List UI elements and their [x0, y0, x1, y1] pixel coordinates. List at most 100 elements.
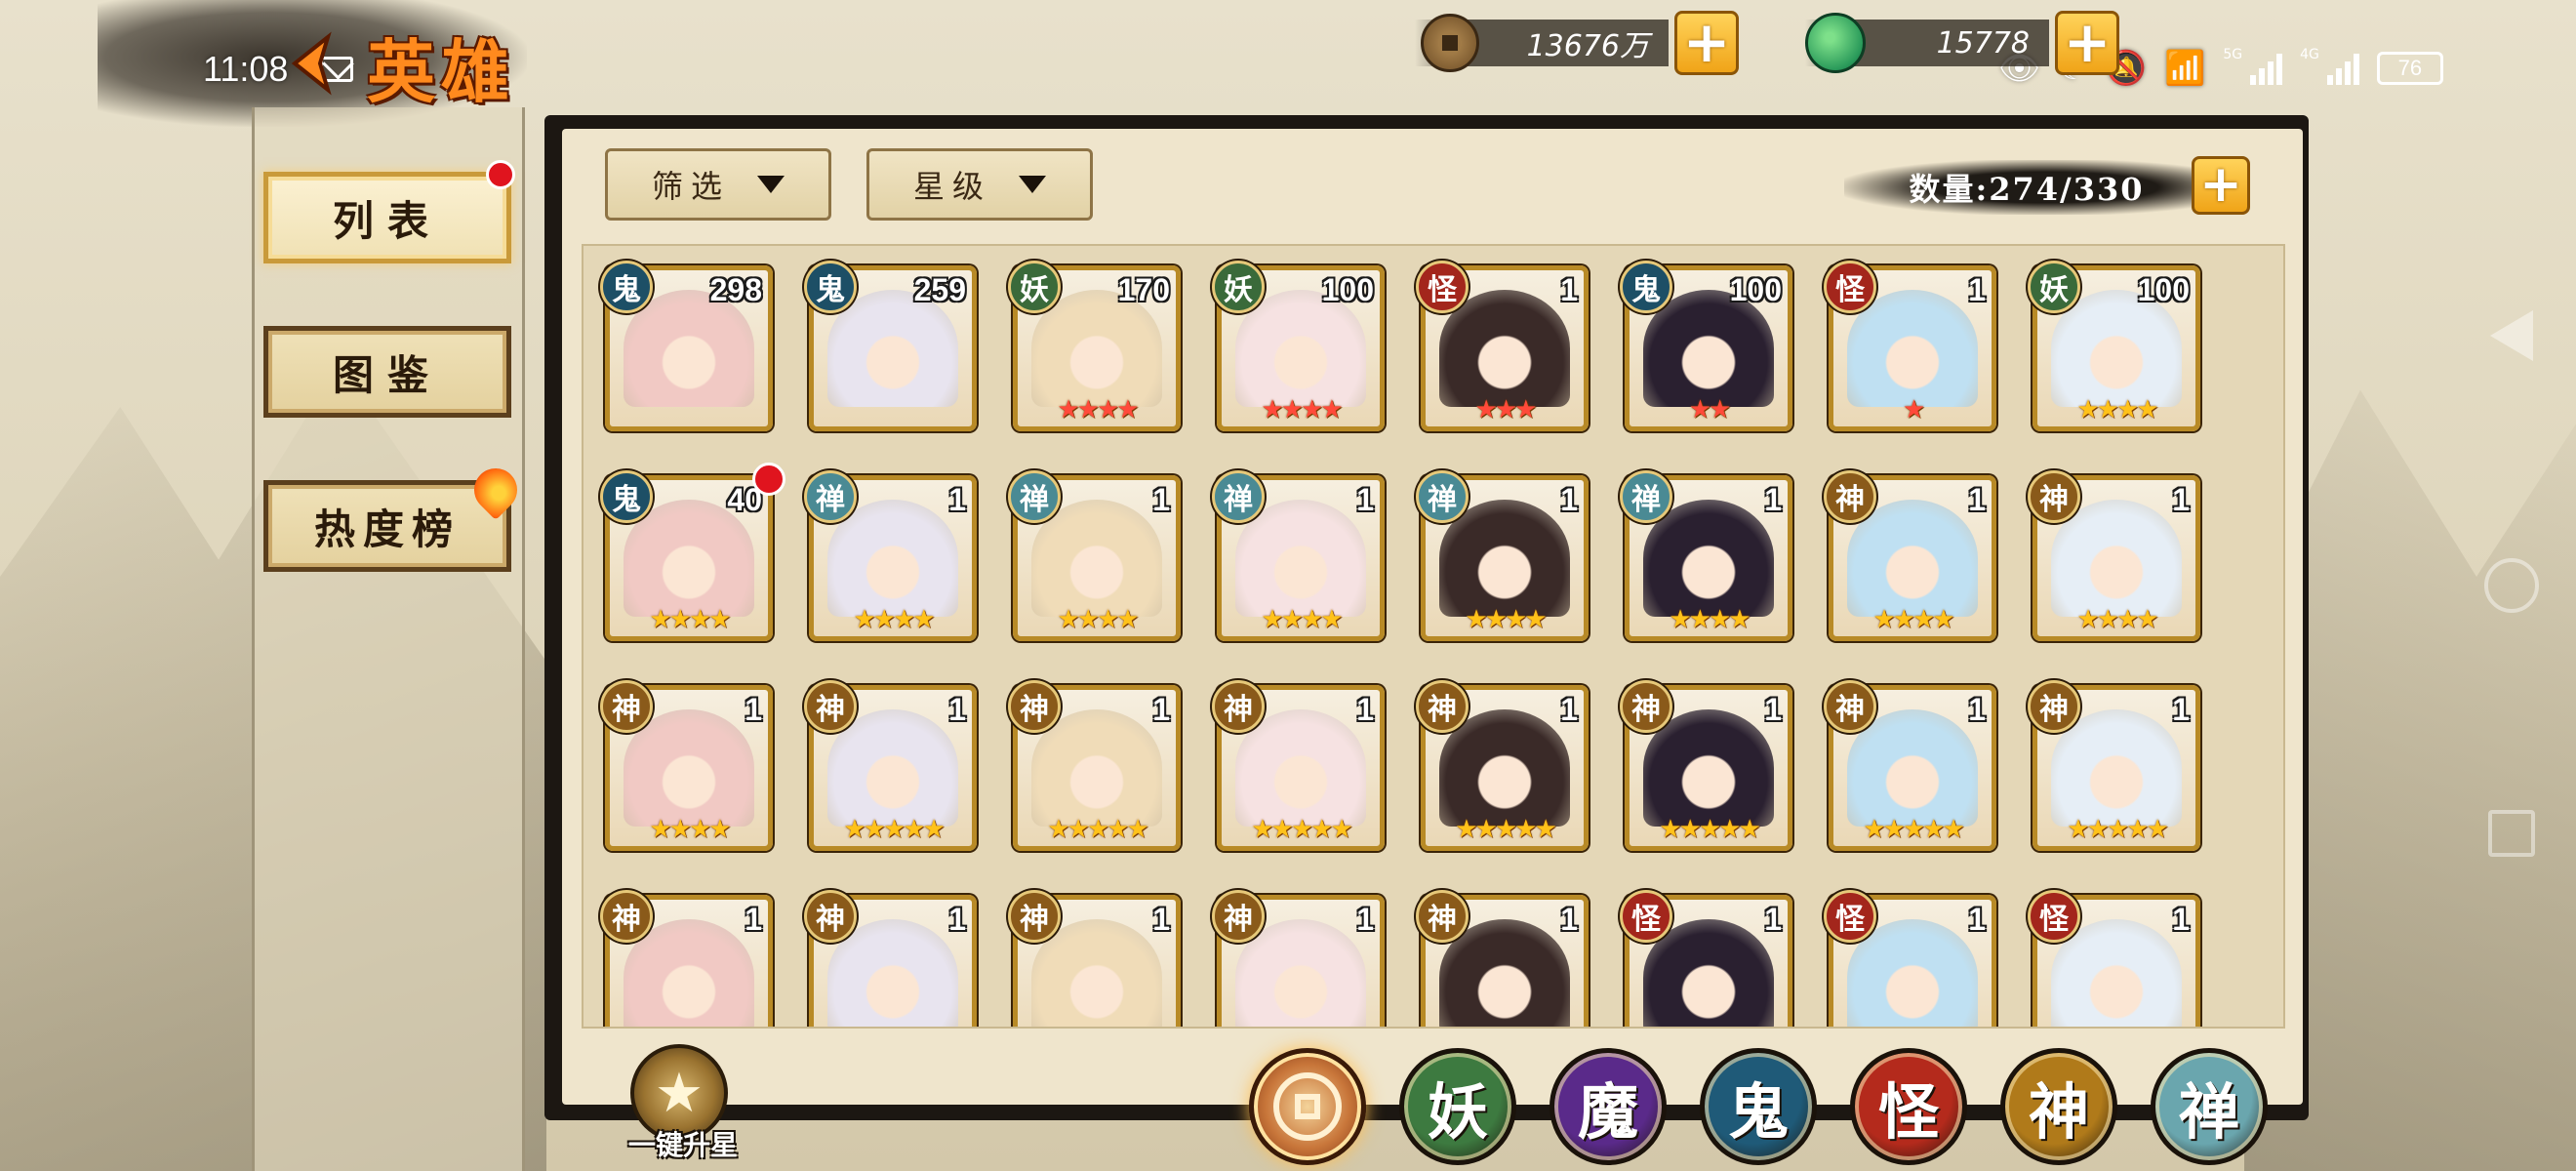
hero-card[interactable]: 妖 100 ★★★★ — [1212, 261, 1385, 431]
hero-type-badge: 怪 — [1824, 261, 1876, 313]
hero-card[interactable]: 鬼 259 — [804, 261, 977, 431]
hero-portrait — [827, 709, 958, 827]
add-jade-button[interactable]: + — [2055, 11, 2119, 75]
hero-stars: ★★★★★ — [2067, 815, 2169, 844]
hero-level: 1 — [1764, 482, 1782, 517]
hero-grid: 鬼 298 鬼 259 妖 170 ★★★★ 妖 100 ★★★★ 怪 1 ★★★ 鬼 100 ★★ 怪 1 ★ 妖 1… — [600, 261, 2200, 1027]
back-arrow-icon[interactable] — [279, 29, 347, 98]
hero-card[interactable]: 神 1 ★★★★★ — [2028, 680, 2200, 851]
hero-card[interactable]: 神1 — [1416, 890, 1589, 1027]
hero-card[interactable]: 禅 1 ★★★★ — [1212, 470, 1385, 641]
hero-card[interactable]: 禅 1 ★★★★ — [1008, 470, 1181, 641]
hero-level: 1 — [1764, 902, 1782, 937]
hero-stars: ★★★★★ — [1047, 815, 1149, 844]
hero-card[interactable]: 妖 100 ★★★★ — [2028, 261, 2200, 431]
hero-portrait — [1031, 500, 1162, 617]
hero-level: 1 — [1560, 692, 1578, 727]
hero-stars: ★★★★ — [1261, 605, 1343, 634]
hero-card[interactable]: 鬼 100 ★★ — [1620, 261, 1792, 431]
all-types-icon — [1273, 1072, 1342, 1141]
hero-card[interactable]: 怪1 — [1620, 890, 1792, 1027]
hero-stars: ★★★★ — [1465, 605, 1547, 634]
hero-card[interactable]: 神 1 ★★★★★ — [1416, 680, 1589, 851]
hero-card[interactable]: 神 1 ★★★★★ — [1824, 680, 1996, 851]
type-tab-yao[interactable]: 妖 — [1399, 1048, 1516, 1165]
menu-list-button[interactable]: 列表 — [263, 172, 511, 263]
type-tab-all[interactable] — [1249, 1048, 1366, 1165]
hero-type-badge: 神 — [1008, 890, 1061, 943]
hero-grid-area[interactable]: 鬼 298 鬼 259 妖 170 ★★★★ 妖 100 ★★★★ 怪 1 ★★★ 鬼 100 ★★ 怪 1 ★ 妖 1… — [582, 244, 2285, 1029]
filter-label: 筛选 — [651, 168, 730, 205]
auto-upstar-label: 一键升星 — [627, 1129, 738, 1161]
hero-card[interactable]: 鬼 298 — [600, 261, 773, 431]
chevron-down-icon — [1019, 176, 1046, 193]
hero-portrait — [1235, 500, 1366, 617]
hero-stars: ★★★★ — [853, 605, 935, 634]
currency-jade: 15778 + — [1805, 11, 2119, 75]
chevron-down-icon — [757, 176, 785, 193]
hero-stars: ★★ — [1688, 395, 1732, 424]
hero-card[interactable]: 怪1 — [1824, 890, 1996, 1027]
hero-card[interactable]: 神 1 ★★★★★ — [1212, 680, 1385, 851]
star-dropdown[interactable]: 星级 — [866, 148, 1093, 221]
add-coins-button[interactable]: + — [1674, 11, 1739, 75]
filter-dropdown[interactable]: 筛选 — [605, 148, 831, 221]
hero-type-badge: 神 — [1212, 680, 1265, 733]
star-filter-label: 星级 — [912, 168, 991, 205]
hero-portrait — [1847, 709, 1978, 827]
hero-level: 1 — [1560, 902, 1578, 937]
hero-level: 1 — [1968, 272, 1986, 307]
hero-type-badge: 怪 — [1620, 890, 1672, 943]
hero-stars: ★★★★★ — [1863, 815, 1965, 844]
type-tab-gui[interactable]: 鬼 — [1700, 1048, 1817, 1165]
type-tab-chan[interactable]: 禅 — [2151, 1048, 2268, 1165]
hero-stars: ★★★★ — [1057, 395, 1139, 424]
hero-stars: ★★★★ — [1057, 605, 1139, 634]
coins-value: 13676万 — [1526, 29, 1649, 63]
add-capacity-button[interactable]: + — [2192, 156, 2250, 215]
hero-card[interactable]: 怪1 — [2028, 890, 2200, 1027]
type-tab-mo[interactable]: 魔 — [1550, 1048, 1667, 1165]
menu-codex-button[interactable]: 图鉴 — [263, 326, 511, 418]
hero-level: 1 — [1356, 482, 1374, 517]
hero-card[interactable]: 妖 170 ★★★★ — [1008, 261, 1181, 431]
nav-back-icon[interactable] — [2490, 310, 2533, 361]
hero-card[interactable]: 鬼 40 ★★★★ — [600, 463, 785, 641]
hero-level: 100 — [1729, 272, 1782, 307]
hero-card[interactable]: 禅 1 ★★★★ — [804, 470, 977, 641]
hero-card[interactable]: 神 1 ★★★★★ — [804, 680, 977, 851]
type-tab-guai[interactable]: 怪 — [1850, 1048, 1967, 1165]
hero-stars: ★ — [1902, 395, 1925, 424]
hero-type-badge: 神 — [1212, 890, 1265, 943]
hero-type-badge: 妖 — [2028, 261, 2080, 313]
hero-type-badge: 鬼 — [600, 470, 653, 523]
hero-card[interactable]: 禅 1 ★★★★ — [1620, 470, 1792, 641]
hero-card[interactable]: 神1 — [804, 890, 977, 1027]
hero-level: 1 — [1968, 902, 1986, 937]
hero-card[interactable]: 神 1 ★★★★ — [1824, 470, 1996, 641]
hero-portrait — [1439, 290, 1570, 407]
hero-card[interactable]: 神1 — [1008, 890, 1181, 1027]
hero-card[interactable]: 神 1 ★★★★★ — [1008, 680, 1181, 851]
hero-card[interactable]: 神 1 ★★★★★ — [1620, 680, 1792, 851]
hero-card[interactable]: 神 1 ★★★★ — [600, 680, 773, 851]
nav-home-icon[interactable] — [2484, 558, 2539, 613]
hero-card[interactable]: 神 1 ★★★★ — [2028, 470, 2200, 641]
nav-recent-apps-icon[interactable] — [2488, 810, 2535, 857]
hero-level: 1 — [745, 692, 762, 727]
hero-type-badge: 鬼 — [600, 261, 653, 313]
status-time: 11:08 — [203, 49, 289, 89]
hero-level: 1 — [2172, 692, 2190, 727]
hero-card[interactable]: 神1 — [600, 890, 773, 1027]
battery-icon: 76 — [2376, 52, 2443, 85]
hero-card[interactable]: 怪 1 ★ — [1824, 261, 1996, 431]
type-tab-shen[interactable]: 神 — [2000, 1048, 2117, 1165]
hero-type-badge: 鬼 — [804, 261, 857, 313]
hero-card[interactable]: 怪 1 ★★★ — [1416, 261, 1589, 431]
notification-dot — [752, 463, 785, 496]
hero-card[interactable]: 禅 1 ★★★★ — [1416, 470, 1589, 641]
hero-type-badge: 怪 — [2028, 890, 2080, 943]
hero-card[interactable]: 神1 — [1212, 890, 1385, 1027]
hero-type-badge: 神 — [600, 890, 653, 943]
hero-stars: ★★★★ — [2076, 605, 2158, 634]
